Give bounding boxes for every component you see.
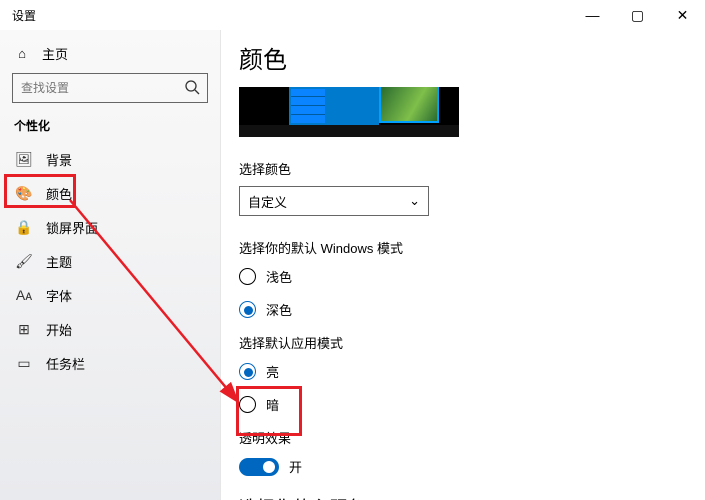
sidebar-item-label: 任务栏 [46, 354, 85, 373]
toggle-state: 开 [289, 457, 302, 476]
sidebar-item-lockscreen[interactable]: 🔒 锁屏界面 [12, 210, 208, 244]
transparency-label: 透明效果 [239, 428, 687, 447]
sidebar-item-label: 颜色 [46, 184, 72, 203]
chevron-down-icon: ⌄ [409, 193, 420, 209]
search-wrap [12, 73, 208, 103]
radio-label: 亮 [266, 362, 279, 381]
section-label: 个性化 [12, 117, 208, 134]
sidebar-item-color[interactable]: 🎨 颜色 [12, 176, 208, 210]
choose-color-label: 选择颜色 [239, 159, 687, 178]
sidebar-item-start[interactable]: ⊞ 开始 [12, 312, 208, 346]
sidebar-item-label: 字体 [46, 286, 72, 305]
main-panel: 颜色 选择颜色 自定义 ⌄ 选择你的默认 Windows 模式 浅色 深色 选择… [220, 30, 705, 500]
palette-icon: 🎨 [16, 185, 32, 201]
radio-label: 浅色 [266, 267, 292, 286]
close-button[interactable]: ✕ [660, 0, 705, 30]
home-label: 主页 [42, 44, 68, 63]
app-mode-label: 选择默认应用模式 [239, 333, 687, 352]
app-mode-light[interactable]: 亮 [239, 362, 687, 381]
radio-icon [239, 268, 256, 285]
window-title: 设置 [12, 7, 36, 24]
brush-icon: 🖌 [16, 253, 32, 269]
select-value: 自定义 [248, 192, 287, 211]
transparency-toggle[interactable] [239, 458, 279, 476]
app-mode-dark[interactable]: 暗 [239, 395, 687, 414]
windows-mode-label: 选择你的默认 Windows 模式 [239, 238, 687, 257]
sidebar-item-taskbar[interactable]: ▭ 任务栏 [12, 346, 208, 380]
maximize-button[interactable]: ▢ [615, 0, 660, 30]
sidebar-item-label: 开始 [46, 320, 72, 339]
picture-icon: 🖼 [16, 151, 32, 167]
start-icon: ⊞ [16, 321, 32, 337]
page-title: 颜色 [239, 40, 687, 75]
sidebar: ⌂ 主页 个性化 🖼 背景 🎨 颜色 🔒 锁屏界面 [0, 30, 220, 500]
radio-icon [239, 363, 256, 380]
sidebar-item-label: 锁屏界面 [46, 218, 98, 237]
radio-icon [239, 301, 256, 318]
sidebar-item-background[interactable]: 🖼 背景 [12, 142, 208, 176]
taskbar-icon: ▭ [16, 355, 32, 371]
sidebar-item-theme[interactable]: 🖌 主题 [12, 244, 208, 278]
titlebar: 设置 — ▢ ✕ [0, 0, 705, 30]
radio-label: 暗 [266, 395, 279, 414]
radio-icon [239, 396, 256, 413]
home-icon: ⌂ [14, 46, 30, 62]
lock-icon: 🔒 [16, 219, 32, 235]
font-icon: Aᴀ [16, 287, 32, 303]
accent-heading: 选择你的主题色 [239, 494, 687, 500]
search-input[interactable] [12, 73, 208, 103]
sidebar-item-label: 主题 [46, 252, 72, 271]
radio-label: 深色 [266, 300, 292, 319]
windows-mode-light[interactable]: 浅色 [239, 267, 687, 286]
choose-color-select[interactable]: 自定义 ⌄ [239, 186, 429, 216]
sidebar-item-font[interactable]: Aᴀ 字体 [12, 278, 208, 312]
minimize-button[interactable]: — [570, 0, 615, 30]
search-icon [184, 79, 200, 98]
color-preview [239, 87, 459, 137]
sidebar-item-label: 背景 [46, 150, 72, 169]
home-link[interactable]: ⌂ 主页 [12, 38, 208, 73]
windows-mode-dark[interactable]: 深色 [239, 300, 687, 319]
